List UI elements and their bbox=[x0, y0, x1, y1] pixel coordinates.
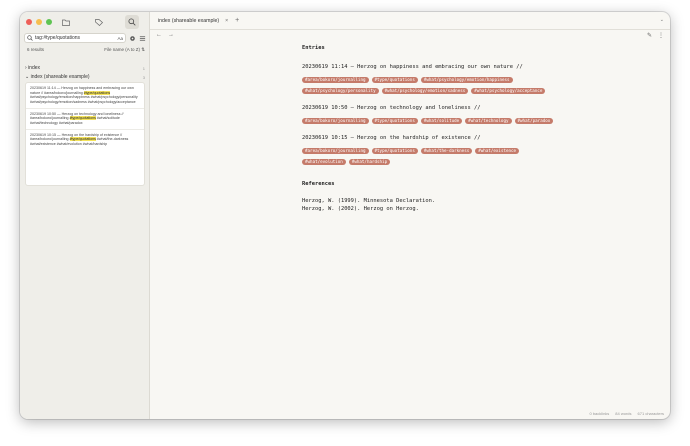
entry-title[interactable]: 20230619 10:15 — Herzog on the hardship … bbox=[302, 134, 562, 142]
app-window: Aa 6 results File name (A to Z) ⇅ › inde… bbox=[20, 12, 670, 419]
new-tab-button[interactable]: + bbox=[235, 17, 239, 24]
search-tab-button[interactable] bbox=[124, 15, 139, 29]
search-row: Aa bbox=[24, 33, 146, 43]
search-icon bbox=[27, 35, 33, 41]
entry: 20230619 10:15 — Herzog on the hardship … bbox=[302, 134, 562, 165]
list-options-icon[interactable] bbox=[139, 35, 146, 42]
tag-pill[interactable]: #area/bokoro/journalling bbox=[302, 148, 369, 154]
result-group-index[interactable]: › index 1 bbox=[25, 65, 145, 71]
view-header: ← → ✎ ⋮ bbox=[150, 30, 670, 44]
entries-heading: Entries bbox=[302, 45, 325, 51]
tab-title: index (shareable example) bbox=[158, 17, 220, 24]
tag-icon bbox=[95, 18, 103, 26]
tag-pill[interactable]: #what/evolution bbox=[302, 159, 346, 165]
search-result-item[interactable]: 20230619 10:50 — Herzog on technology an… bbox=[26, 109, 144, 130]
match-case-toggle[interactable]: Aa bbox=[117, 36, 123, 41]
search-result-item[interactable]: 20230619 11:14 — Herzog on happiness and… bbox=[26, 83, 144, 109]
chevron-down-icon: ⌄ bbox=[25, 74, 30, 80]
search-input[interactable] bbox=[35, 35, 95, 41]
entry-title[interactable]: 20230619 10:50 — Herzog on technology an… bbox=[302, 104, 562, 112]
back-arrow-icon[interactable]: ← bbox=[156, 32, 162, 38]
tag-pill[interactable]: #what/technology bbox=[465, 118, 512, 124]
tag-pill[interactable]: #type/quotations bbox=[371, 77, 418, 83]
search-result-item[interactable]: 20230619 10:15 — Herzog on the hardship … bbox=[26, 130, 144, 150]
status-bar: 0 backlinks 84 words 671 characters bbox=[590, 411, 665, 416]
tag-pill[interactable]: #type/quotations bbox=[371, 118, 418, 124]
files-tab-button[interactable] bbox=[59, 15, 73, 29]
tag-pill[interactable]: #what/hardship bbox=[348, 159, 391, 165]
search-icon bbox=[128, 18, 136, 26]
search-results-list: 20230619 11:14 — Herzog on happiness and… bbox=[25, 82, 145, 186]
tag-pill[interactable]: #type/quotations bbox=[371, 148, 418, 154]
result-group-shareable[interactable]: ⌄ index (shareable example) 3 bbox=[25, 74, 145, 80]
entry-tags: #area/bokoro/journalling #type/quotations… bbox=[302, 143, 562, 165]
more-options-icon[interactable]: ⋮ bbox=[658, 32, 664, 39]
entry: 20230619 10:50 — Herzog on technology an… bbox=[302, 104, 562, 124]
note-content: Entries 20230619 11:14 — Herzog on happi… bbox=[302, 45, 562, 213]
tag-pill[interactable]: #what/psychology/emotion/happiness bbox=[420, 77, 513, 83]
close-tab-icon[interactable]: × bbox=[225, 18, 228, 24]
tags-tab-button[interactable] bbox=[92, 15, 106, 29]
sidebar-top-icons bbox=[50, 15, 148, 29]
entry: 20230619 11:14 — Herzog on happiness and… bbox=[302, 63, 562, 94]
gear-icon[interactable] bbox=[129, 35, 136, 42]
search-meta: 6 results File name (A to Z) ⇅ bbox=[27, 47, 145, 53]
word-count: 84 words bbox=[615, 411, 632, 416]
edit-icon[interactable]: ✎ bbox=[647, 32, 652, 39]
tag-pill[interactable]: #what/psychology/emotion/sadness bbox=[381, 88, 469, 94]
tag-pill[interactable]: #what/paradox bbox=[514, 118, 554, 124]
tag-pill[interactable]: #area/bokoro/journalling bbox=[302, 77, 369, 83]
window-controls bbox=[26, 19, 52, 25]
backlinks-count[interactable]: 0 backlinks bbox=[590, 411, 610, 416]
results-count: 6 results bbox=[27, 47, 45, 52]
tag-pill[interactable]: #what/solitude bbox=[420, 118, 463, 124]
match-highlight: #type/quotations bbox=[69, 137, 96, 142]
character-count: 671 characters bbox=[637, 411, 664, 416]
chevron-right-icon: › bbox=[25, 65, 27, 71]
reference-item: Herzog, W. (2002). Herzog on Herzog. bbox=[302, 206, 419, 212]
search-field[interactable]: Aa bbox=[24, 33, 126, 43]
tag-pill[interactable]: #area/bokoro/journalling bbox=[302, 118, 369, 124]
tab-bar: index (shareable example) × + ⌄ bbox=[150, 12, 670, 30]
tag-pill[interactable]: #what/existence bbox=[475, 148, 520, 154]
entry-tags: #area/bokoro/journalling #type/quotations… bbox=[302, 72, 562, 94]
sidebar: Aa 6 results File name (A to Z) ⇅ › inde… bbox=[20, 12, 150, 419]
match-highlight: #type/quotations bbox=[69, 116, 96, 121]
tag-pill[interactable]: #what/psychology/acceptance bbox=[471, 88, 546, 94]
tag-pill[interactable]: #what/the-darkness bbox=[420, 148, 473, 154]
close-window-button[interactable] bbox=[26, 19, 32, 25]
sort-selector[interactable]: File name (A to Z) ⇅ bbox=[104, 47, 145, 53]
match-highlight: #type/quotations bbox=[83, 90, 111, 95]
tab-index-shareable[interactable]: index (shareable example) × bbox=[158, 18, 228, 24]
tab-list-chevron-icon[interactable]: ⌄ bbox=[660, 17, 664, 23]
references-heading: References bbox=[302, 181, 335, 187]
folder-icon bbox=[62, 19, 71, 26]
entry-tags: #area/bokoro/journalling #type/quotations… bbox=[302, 113, 562, 124]
forward-arrow-icon[interactable]: → bbox=[168, 32, 174, 38]
reference-item: Herzog, W. (1999). Minnesota Declaration… bbox=[302, 198, 436, 204]
tag-pill[interactable]: #what/psychology/personality bbox=[302, 88, 379, 94]
minimize-window-button[interactable] bbox=[36, 19, 42, 25]
entry-title[interactable]: 20230619 11:14 — Herzog on happiness and… bbox=[302, 63, 562, 71]
